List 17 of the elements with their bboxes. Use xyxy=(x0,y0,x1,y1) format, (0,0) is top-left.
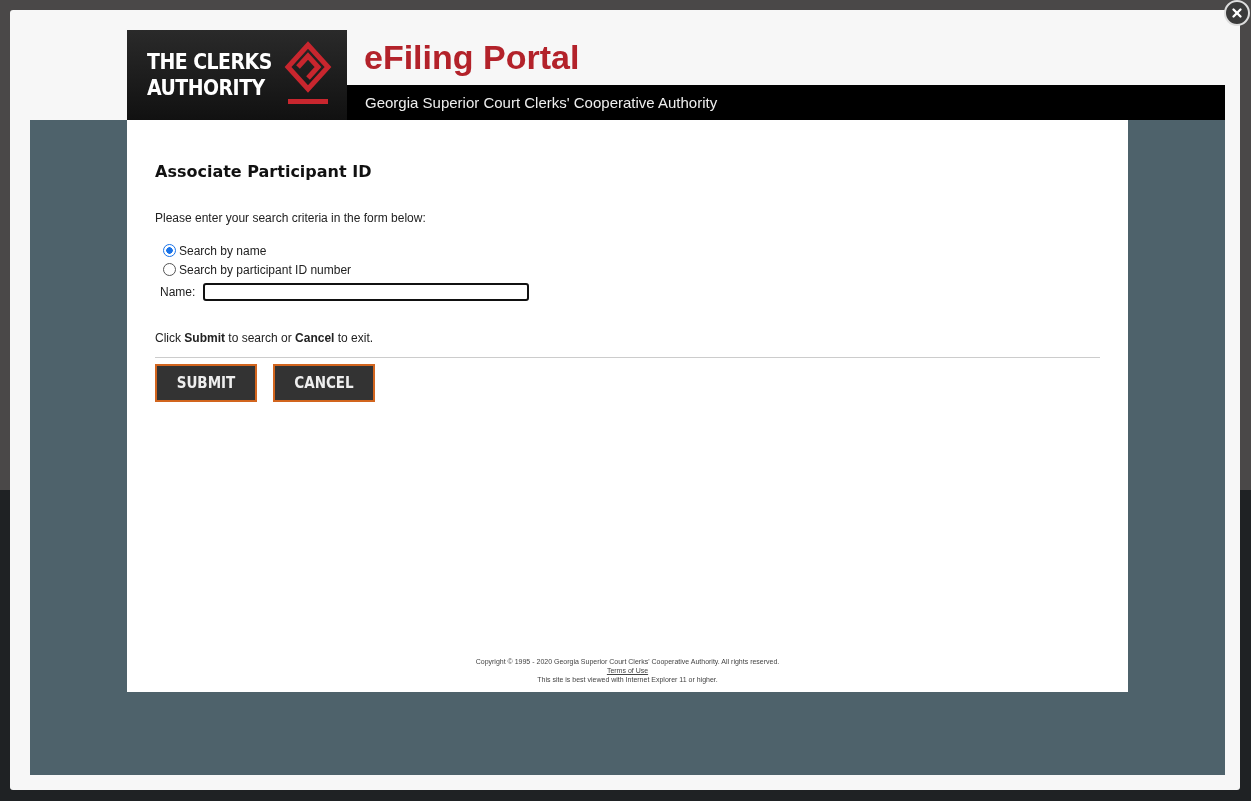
close-icon xyxy=(1230,6,1244,20)
radio-option[interactable]: Search by name xyxy=(163,241,1100,260)
close-button[interactable] xyxy=(1224,0,1250,26)
logo-text: THE CLERKS xyxy=(147,49,272,75)
logo-text: AUTHORITY xyxy=(147,75,266,101)
radio-icon[interactable] xyxy=(163,263,176,276)
radio-option[interactable]: Search by participant ID number xyxy=(163,260,1100,279)
instructions-text: Click Submit to search or Cancel to exit. xyxy=(155,331,375,345)
cancel-button[interactable]: CANCEL xyxy=(273,364,375,402)
name-input[interactable] xyxy=(203,283,530,301)
header-subtitle: Georgia Superior Court Clerks' Cooperative Authority xyxy=(347,85,1225,120)
page-heading: Associate Participant ID xyxy=(155,162,373,181)
portal-title: eFiling Portal xyxy=(363,37,581,78)
intro-text: Please enter your search criteria in the form below: xyxy=(155,211,427,225)
radio-icon[interactable] xyxy=(163,244,176,257)
submit-button[interactable]: SUBMIT xyxy=(155,364,257,402)
field-label: Name: xyxy=(160,285,196,299)
